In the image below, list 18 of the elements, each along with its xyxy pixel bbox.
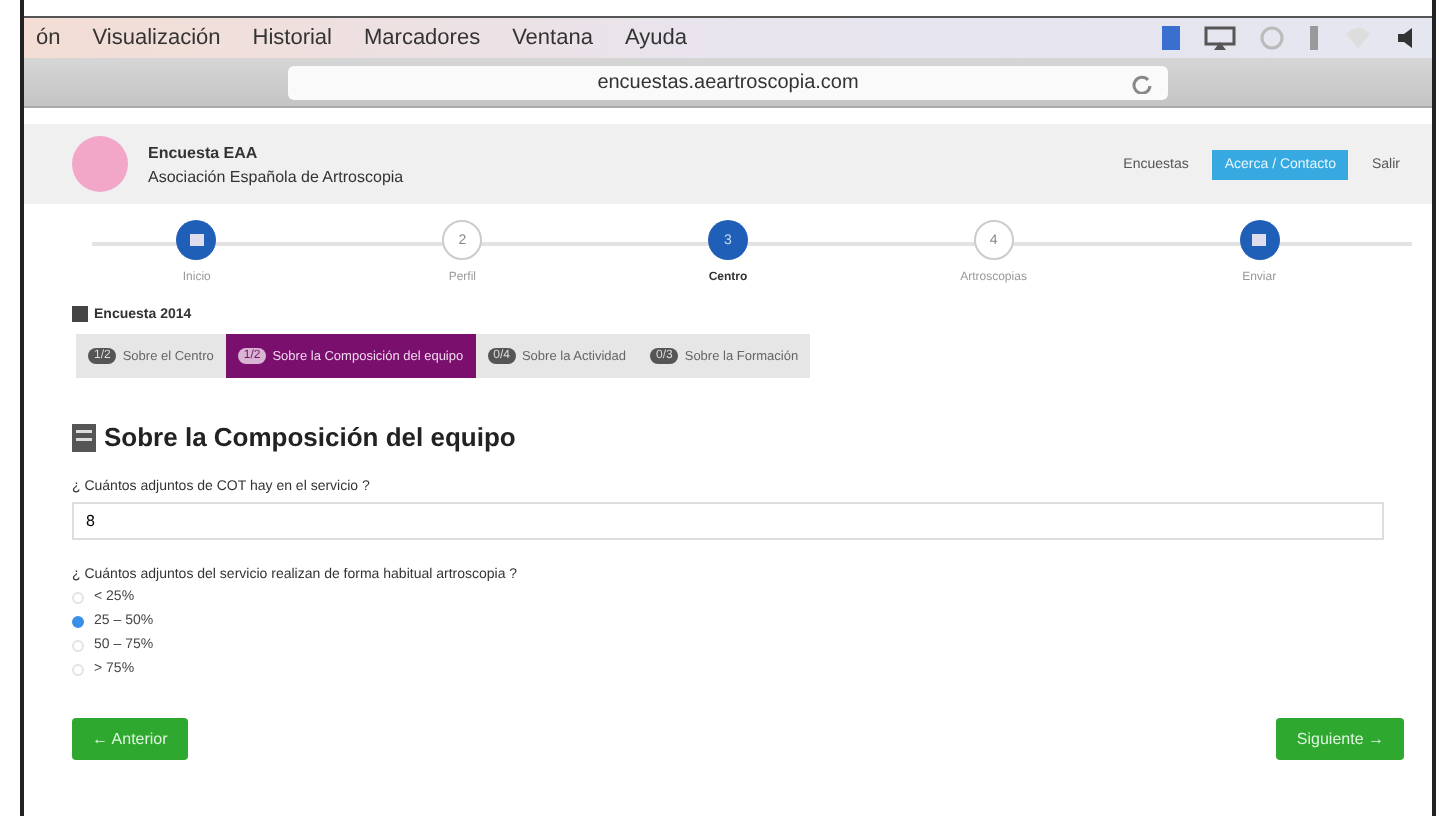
menu-item[interactable]: Visualización xyxy=(92,26,221,50)
document-icon xyxy=(72,306,88,322)
menu-item[interactable]: Historial xyxy=(252,26,332,50)
reload-icon[interactable] xyxy=(1132,73,1152,93)
form-icon xyxy=(72,423,96,451)
menu-item[interactable]: Ayuda xyxy=(624,26,687,50)
logo-icon xyxy=(72,136,128,192)
answer-field[interactable]: 8 xyxy=(72,502,1384,540)
site-title: Encuesta EAA xyxy=(148,143,260,161)
radio-button[interactable] xyxy=(72,615,84,627)
site-subtitle: Asociación Española de Artroscopia xyxy=(148,167,406,185)
display-icon[interactable] xyxy=(1204,26,1236,50)
section-heading: Sobre la Composición del equipo xyxy=(104,422,516,452)
menu-item[interactable]: Ventana xyxy=(512,26,593,50)
menu-item[interactable]: ón xyxy=(36,26,61,50)
app-icon[interactable] xyxy=(1162,26,1180,50)
menu-item[interactable]: Marcadores xyxy=(364,26,481,50)
address-bar[interactable]: encuestas.aeartroscopia.com xyxy=(288,65,1168,99)
